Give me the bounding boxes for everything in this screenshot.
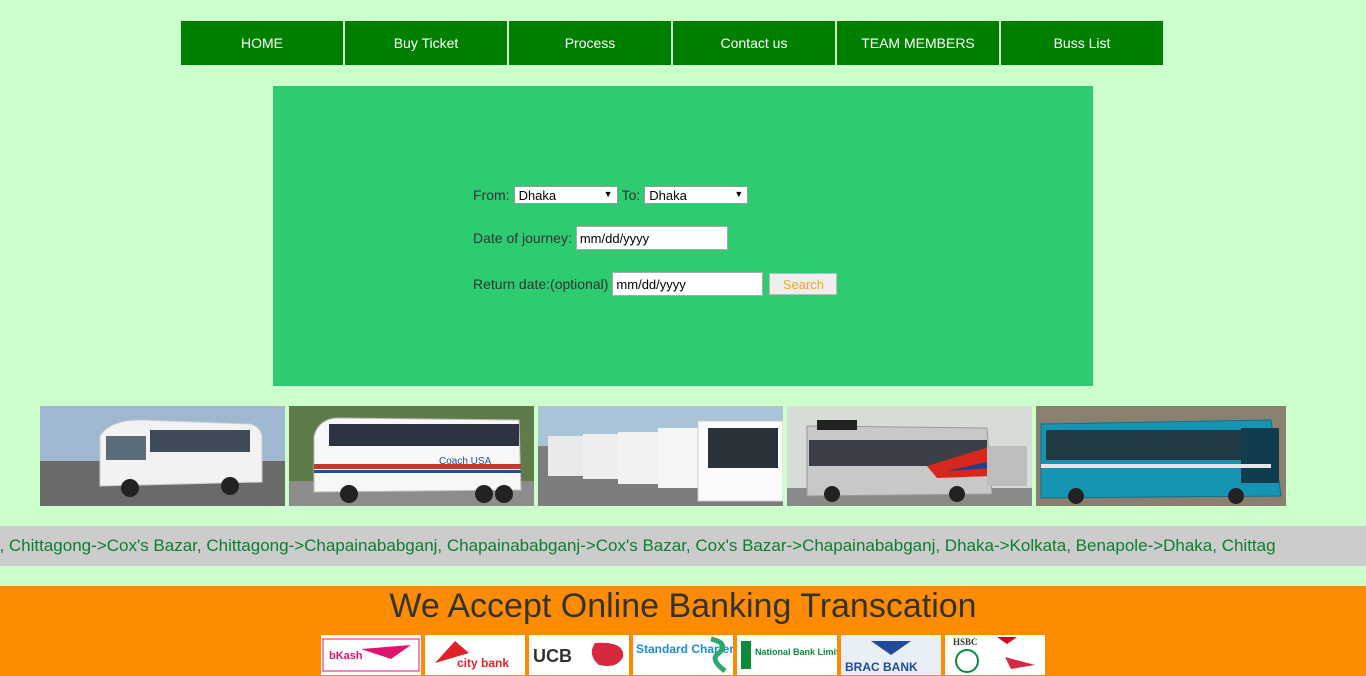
chevron-down-icon: ▼ [603, 189, 613, 199]
route-row: From: Dhaka ▼ To: Dhaka ▼ [473, 186, 749, 204]
online-banking-section: We Accept Online Banking Transcation bKa… [0, 586, 1366, 676]
from-label: From: [473, 187, 510, 203]
national-bank-logo-text: National Bank Limited [755, 647, 837, 657]
to-select[interactable]: Dhaka ▼ [644, 186, 749, 204]
journey-date-value: mm/dd/yyyy [579, 230, 650, 246]
coach-usa-logo-text: Coach USA [439, 456, 492, 467]
brac-bank-logo-text: BRAC BANK [845, 660, 918, 674]
date-of-journey-label: Date of journey: [473, 230, 572, 246]
nav-buss-list-label: Buss List [1053, 35, 1111, 51]
to-label: To: [621, 187, 641, 203]
return-date-row: Return date:(optional) mm/dd/yyyy Search [473, 272, 838, 296]
brac-bank-logo: BRAC BANK [841, 635, 941, 675]
journey-date-row: Date of journey: mm/dd/yyyy [473, 226, 728, 250]
ucb-logo-text: UCB [533, 646, 572, 666]
from-select[interactable]: Dhaka ▼ [513, 186, 618, 204]
bkash-logo: bKash [321, 635, 421, 675]
return-date-input[interactable]: mm/dd/yyyy [612, 272, 764, 296]
bus-image-1 [40, 406, 285, 506]
nav-team-members[interactable]: TEAM MEMBERS [837, 21, 999, 65]
bus-image-2: Coach USA [289, 406, 534, 506]
search-button-label: Search [782, 276, 825, 292]
journey-date-input[interactable]: mm/dd/yyyy [575, 226, 728, 250]
routes-ticker: g, Chittagong->Cox's Bazar, Chittagong->… [0, 526, 1366, 566]
city-bank-logo: city bank [425, 635, 525, 675]
nav-buy-ticket-label: Buy Ticket [393, 35, 459, 51]
online-banking-title: We Accept Online Banking Transcation [389, 587, 977, 625]
city-bank-logo-text: city bank [457, 656, 509, 670]
bkash-logo-text: bKash [329, 650, 363, 662]
bus-image-3 [538, 406, 783, 506]
return-date-value: mm/dd/yyyy [616, 276, 686, 292]
ucb-logo: UCB [529, 635, 629, 675]
nav-team-members-label: TEAM MEMBERS [861, 35, 975, 51]
from-select-value: Dhaka [518, 187, 557, 203]
main-nav: HOME Buy Ticket Process Contact us TEAM … [181, 21, 1163, 65]
nav-process[interactable]: Process [509, 21, 671, 65]
search-panel: From: Dhaka ▼ To: Dhaka ▼ Date of journe… [273, 86, 1093, 386]
bank-logos: bKash city bank UCB Standard Chartered [321, 635, 1045, 675]
nav-home[interactable]: HOME [181, 21, 343, 65]
to-select-value: Dhaka [649, 187, 687, 203]
bus-gallery: Coach USA [40, 406, 1286, 506]
chevron-down-icon: ▼ [734, 189, 744, 199]
nav-home-label: HOME [241, 35, 283, 51]
routes-ticker-text: g, Chittagong->Cox's Bazar, Chittagong->… [0, 536, 1276, 555]
nav-process-label: Process [564, 35, 616, 51]
nav-contact-us-label: Contact us [720, 35, 788, 51]
nav-buss-list[interactable]: Buss List [1001, 21, 1163, 65]
bus-image-5 [1036, 406, 1286, 506]
hsbc-sibl-logo: HSBC [945, 635, 1045, 675]
nav-contact-us[interactable]: Contact us [673, 21, 835, 65]
search-button[interactable]: Search [769, 273, 838, 295]
hsbc-logo-text: HSBC [953, 637, 978, 647]
return-date-label: Return date:(optional) [473, 276, 609, 292]
nav-buy-ticket[interactable]: Buy Ticket [345, 21, 507, 65]
standard-chartered-logo: Standard Chartered [633, 635, 733, 675]
national-bank-logo: National Bank Limited [737, 635, 837, 675]
bus-image-4 [787, 406, 1032, 506]
